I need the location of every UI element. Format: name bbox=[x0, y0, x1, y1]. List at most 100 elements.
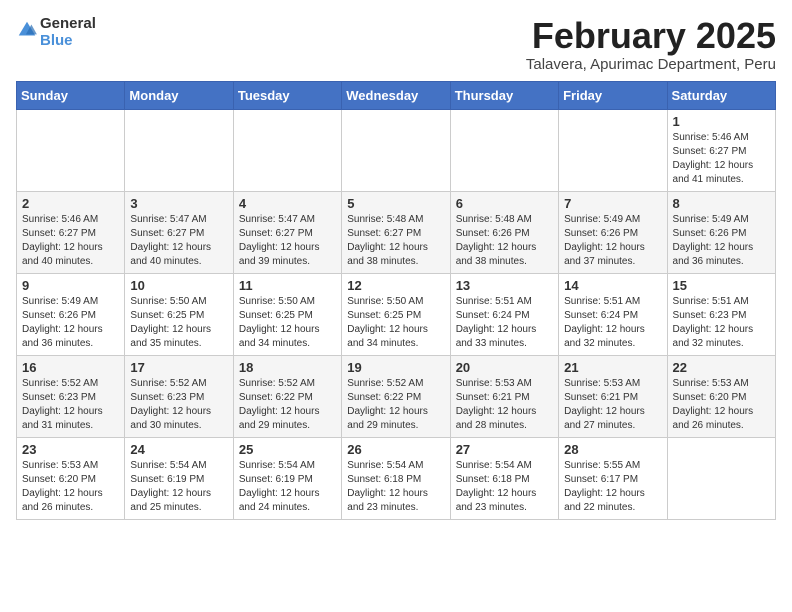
calendar-cell bbox=[17, 109, 125, 191]
day-info: Sunrise: 5:54 AM Sunset: 6:19 PM Dayligh… bbox=[239, 459, 336, 515]
day-info: Sunrise: 5:46 AM Sunset: 6:27 PM Dayligh… bbox=[22, 213, 119, 269]
calendar-cell: 14 Sunrise: 5:51 AM Sunset: 6:24 PM Dayli… bbox=[559, 273, 667, 355]
calendar-cell: 16 Sunrise: 5:52 AM Sunset: 6:23 PM Dayli… bbox=[17, 355, 125, 437]
day-info: Sunrise: 5:46 AM Sunset: 6:27 PM Dayligh… bbox=[673, 131, 770, 187]
day-info: Sunrise: 5:55 AM Sunset: 6:17 PM Dayligh… bbox=[564, 459, 661, 515]
logo: General Blue bbox=[16, 16, 96, 49]
calendar-cell: 5 Sunrise: 5:48 AM Sunset: 6:27 PM Daylig… bbox=[342, 191, 450, 273]
day-info: Sunrise: 5:53 AM Sunset: 6:20 PM Dayligh… bbox=[22, 459, 119, 515]
calendar-cell: 2Sunrise: 5:46 AM Sunset: 6:27 PM Daylig… bbox=[17, 191, 125, 273]
weekday-header: Thursday bbox=[450, 81, 558, 109]
calendar-cell: 9Sunrise: 5:49 AM Sunset: 6:26 PM Daylig… bbox=[17, 273, 125, 355]
calendar-week-row: 1 Sunrise: 5:46 AM Sunset: 6:27 PM Daylig… bbox=[17, 109, 776, 191]
day-number: 16 bbox=[22, 360, 119, 375]
day-info: Sunrise: 5:50 AM Sunset: 6:25 PM Dayligh… bbox=[239, 295, 336, 351]
day-info: Sunrise: 5:54 AM Sunset: 6:19 PM Dayligh… bbox=[130, 459, 227, 515]
calendar-cell bbox=[450, 109, 558, 191]
weekday-header: Sunday bbox=[17, 81, 125, 109]
day-info: Sunrise: 5:52 AM Sunset: 6:22 PM Dayligh… bbox=[347, 377, 444, 433]
day-number: 14 bbox=[564, 278, 661, 293]
day-info: Sunrise: 5:48 AM Sunset: 6:26 PM Dayligh… bbox=[456, 213, 553, 269]
day-info: Sunrise: 5:53 AM Sunset: 6:21 PM Dayligh… bbox=[564, 377, 661, 433]
title-block: February 2025 Talavera, Apurimac Departm… bbox=[526, 16, 776, 73]
day-number: 13 bbox=[456, 278, 553, 293]
calendar-cell: 7Sunrise: 5:49 AM Sunset: 6:26 PM Daylig… bbox=[559, 191, 667, 273]
day-number: 24 bbox=[130, 442, 227, 457]
calendar-cell: 28 Sunrise: 5:55 AM Sunset: 6:17 PM Dayli… bbox=[559, 437, 667, 519]
calendar-cell: 20Sunrise: 5:53 AM Sunset: 6:21 PM Dayli… bbox=[450, 355, 558, 437]
day-number: 27 bbox=[456, 442, 553, 457]
calendar-cell bbox=[233, 109, 341, 191]
day-number: 6 bbox=[456, 196, 553, 211]
calendar-cell: 6 Sunrise: 5:48 AM Sunset: 6:26 PM Daylig… bbox=[450, 191, 558, 273]
calendar-cell: 11 Sunrise: 5:50 AM Sunset: 6:25 PM Dayli… bbox=[233, 273, 341, 355]
calendar-cell: 26Sunrise: 5:54 AM Sunset: 6:18 PM Dayli… bbox=[342, 437, 450, 519]
calendar-cell: 3 Sunrise: 5:47 AM Sunset: 6:27 PM Daylig… bbox=[125, 191, 233, 273]
logo-blue: Blue bbox=[40, 33, 96, 50]
logo-general: General bbox=[40, 16, 96, 33]
day-number: 11 bbox=[239, 278, 336, 293]
calendar-table: SundayMondayTuesdayWednesdayThursdayFrid… bbox=[16, 81, 776, 520]
weekday-header: Monday bbox=[125, 81, 233, 109]
calendar-cell: 25 Sunrise: 5:54 AM Sunset: 6:19 PM Dayli… bbox=[233, 437, 341, 519]
calendar-cell: 13Sunrise: 5:51 AM Sunset: 6:24 PM Dayli… bbox=[450, 273, 558, 355]
day-number: 26 bbox=[347, 442, 444, 457]
calendar-cell: 17 Sunrise: 5:52 AM Sunset: 6:23 PM Dayli… bbox=[125, 355, 233, 437]
day-number: 8 bbox=[673, 196, 770, 211]
day-number: 15 bbox=[673, 278, 770, 293]
calendar-cell: 1 Sunrise: 5:46 AM Sunset: 6:27 PM Daylig… bbox=[667, 109, 775, 191]
calendar-cell: 21 Sunrise: 5:53 AM Sunset: 6:21 PM Dayli… bbox=[559, 355, 667, 437]
calendar-cell: 15 Sunrise: 5:51 AM Sunset: 6:23 PM Dayli… bbox=[667, 273, 775, 355]
day-info: Sunrise: 5:49 AM Sunset: 6:26 PM Dayligh… bbox=[673, 213, 770, 269]
day-number: 20 bbox=[456, 360, 553, 375]
calendar-week-row: 23 Sunrise: 5:53 AM Sunset: 6:20 PM Dayli… bbox=[17, 437, 776, 519]
page-header: General Blue February 2025 Talavera, Apu… bbox=[16, 16, 776, 73]
weekday-header: Saturday bbox=[667, 81, 775, 109]
calendar-cell: 23 Sunrise: 5:53 AM Sunset: 6:20 PM Dayli… bbox=[17, 437, 125, 519]
calendar-week-row: 9Sunrise: 5:49 AM Sunset: 6:26 PM Daylig… bbox=[17, 273, 776, 355]
day-number: 17 bbox=[130, 360, 227, 375]
day-number: 23 bbox=[22, 442, 119, 457]
calendar-cell: 8 Sunrise: 5:49 AM Sunset: 6:26 PM Daylig… bbox=[667, 191, 775, 273]
day-info: Sunrise: 5:50 AM Sunset: 6:25 PM Dayligh… bbox=[347, 295, 444, 351]
weekday-header: Tuesday bbox=[233, 81, 341, 109]
calendar-week-row: 2Sunrise: 5:46 AM Sunset: 6:27 PM Daylig… bbox=[17, 191, 776, 273]
calendar-week-row: 16 Sunrise: 5:52 AM Sunset: 6:23 PM Dayli… bbox=[17, 355, 776, 437]
day-number: 19 bbox=[347, 360, 444, 375]
day-info: Sunrise: 5:47 AM Sunset: 6:27 PM Dayligh… bbox=[239, 213, 336, 269]
day-info: Sunrise: 5:48 AM Sunset: 6:27 PM Dayligh… bbox=[347, 213, 444, 269]
day-info: Sunrise: 5:51 AM Sunset: 6:24 PM Dayligh… bbox=[564, 295, 661, 351]
day-info: Sunrise: 5:52 AM Sunset: 6:23 PM Dayligh… bbox=[22, 377, 119, 433]
day-info: Sunrise: 5:52 AM Sunset: 6:23 PM Dayligh… bbox=[130, 377, 227, 433]
calendar-cell bbox=[559, 109, 667, 191]
day-number: 22 bbox=[673, 360, 770, 375]
day-number: 12 bbox=[347, 278, 444, 293]
calendar-cell bbox=[667, 437, 775, 519]
day-number: 3 bbox=[130, 196, 227, 211]
day-info: Sunrise: 5:47 AM Sunset: 6:27 PM Dayligh… bbox=[130, 213, 227, 269]
day-info: Sunrise: 5:52 AM Sunset: 6:22 PM Dayligh… bbox=[239, 377, 336, 433]
calendar-cell: 12 Sunrise: 5:50 AM Sunset: 6:25 PM Dayli… bbox=[342, 273, 450, 355]
calendar-cell: 4 Sunrise: 5:47 AM Sunset: 6:27 PM Daylig… bbox=[233, 191, 341, 273]
day-info: Sunrise: 5:49 AM Sunset: 6:26 PM Dayligh… bbox=[564, 213, 661, 269]
calendar-header-row: SundayMondayTuesdayWednesdayThursdayFrid… bbox=[17, 81, 776, 109]
day-number: 21 bbox=[564, 360, 661, 375]
calendar-cell: 18 Sunrise: 5:52 AM Sunset: 6:22 PM Dayli… bbox=[233, 355, 341, 437]
month-title: February 2025 bbox=[526, 16, 776, 56]
calendar-cell: 24 Sunrise: 5:54 AM Sunset: 6:19 PM Dayli… bbox=[125, 437, 233, 519]
weekday-header: Friday bbox=[559, 81, 667, 109]
calendar-cell: 27 Sunrise: 5:54 AM Sunset: 6:18 PM Dayli… bbox=[450, 437, 558, 519]
day-number: 1 bbox=[673, 114, 770, 129]
subtitle: Talavera, Apurimac Department, Peru bbox=[526, 56, 776, 73]
day-number: 25 bbox=[239, 442, 336, 457]
day-info: Sunrise: 5:51 AM Sunset: 6:23 PM Dayligh… bbox=[673, 295, 770, 351]
day-number: 18 bbox=[239, 360, 336, 375]
calendar-cell: 22Sunrise: 5:53 AM Sunset: 6:20 PM Dayli… bbox=[667, 355, 775, 437]
weekday-header: Wednesday bbox=[342, 81, 450, 109]
day-info: Sunrise: 5:54 AM Sunset: 6:18 PM Dayligh… bbox=[456, 459, 553, 515]
day-number: 9 bbox=[22, 278, 119, 293]
day-number: 28 bbox=[564, 442, 661, 457]
day-info: Sunrise: 5:50 AM Sunset: 6:25 PM Dayligh… bbox=[130, 295, 227, 351]
day-number: 5 bbox=[347, 196, 444, 211]
day-number: 4 bbox=[239, 196, 336, 211]
